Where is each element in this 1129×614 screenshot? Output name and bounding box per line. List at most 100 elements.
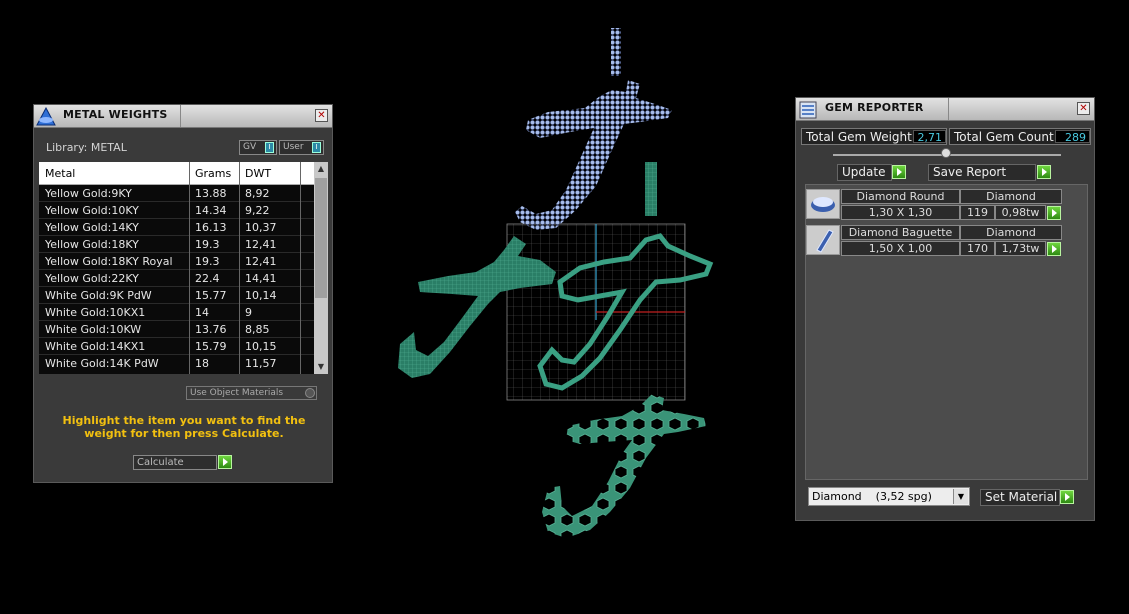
table-row[interactable]: White Gold:14KX1 15.79 10,15 [39, 338, 314, 355]
gem-material: Diamond [960, 189, 1062, 204]
set-material-field[interactable]: Set Material [980, 489, 1060, 506]
cell-metal: Yellow Gold:9KY [45, 187, 132, 200]
library-label: Library: METAL [46, 141, 127, 154]
metal-weights-titlebar[interactable]: METAL WEIGHTS ✕ [34, 105, 332, 128]
use-object-materials-radio-icon [305, 388, 315, 398]
table-row[interactable]: Yellow Gold:9KY 13.88 8,92 [39, 185, 314, 202]
gv-toggle[interactable]: GV I [239, 140, 277, 155]
gem-select-button[interactable] [1047, 206, 1061, 220]
gem-weight: 1,73tw [995, 241, 1046, 256]
total-gem-count-label: Total Gem Count [954, 130, 1054, 144]
column-divider [300, 162, 301, 374]
cell-metal: White Gold:14K PdW [45, 357, 159, 370]
user-toggle-label: User [283, 142, 304, 152]
gem-name: Diamond Baguette [841, 225, 960, 240]
gem-count: 119 [960, 205, 995, 220]
chevron-down-icon[interactable]: ▼ [953, 489, 968, 504]
table-row[interactable]: Yellow Gold:14KY 16.13 10,37 [39, 219, 314, 236]
slider-knob-icon[interactable] [941, 148, 951, 158]
cell-grams: 22.4 [195, 272, 220, 285]
column-header-grams[interactable]: Grams [195, 167, 231, 180]
gem-row[interactable]: Diamond Round Diamond 1,30 X 1,30 119 0,… [806, 187, 1089, 221]
cell-dwt: 8,85 [245, 323, 270, 336]
table-row[interactable]: Yellow Gold:22KY 22.4 14,41 [39, 270, 314, 287]
cell-dwt: 11,57 [245, 357, 277, 370]
gem-weight: 0,98tw [995, 205, 1046, 220]
set-material-label: Set Material [985, 490, 1058, 504]
honeycomb-letter [542, 394, 706, 538]
gem-reporter-title: GEM REPORTER [825, 101, 924, 114]
total-gem-weight-label: Total Gem Weight [806, 130, 912, 144]
cell-dwt: 12,41 [245, 255, 277, 268]
cell-grams: 19.3 [195, 238, 220, 251]
metal-table-scrollbar[interactable]: ▲ ▼ [314, 162, 328, 374]
table-row[interactable]: Yellow Gold:18KY Royal 19.3 12,41 [39, 253, 314, 270]
row-divider [39, 218, 314, 219]
gv-toggle-label: GV [243, 142, 257, 152]
round-diamond-icon [806, 189, 840, 219]
cell-grams: 19.3 [195, 255, 220, 268]
calculate-button[interactable] [218, 455, 232, 469]
scroll-up-icon[interactable]: ▲ [314, 162, 328, 176]
gem-size: 1,30 X 1,30 [841, 205, 960, 220]
gem-reporter-titlebar[interactable]: GEM REPORTER ✕ [796, 98, 1094, 121]
cell-grams: 15.77 [195, 289, 227, 302]
gem-name: Diamond Round [841, 189, 960, 204]
bail-post [645, 162, 657, 216]
row-divider [39, 201, 314, 202]
scroll-down-icon[interactable]: ▼ [314, 360, 328, 374]
table-row[interactable]: White Gold:10KX1 14 9 [39, 304, 314, 321]
title-separator [948, 98, 949, 120]
gv-toggle-indicator-icon: I [265, 142, 274, 153]
gem-list: Diamond Round Diamond 1,30 X 1,30 119 0,… [805, 184, 1088, 480]
user-toggle-indicator-icon: I [312, 142, 321, 153]
total-gem-count-value: 289 [1055, 130, 1090, 144]
column-header-dwt[interactable]: DWT [245, 167, 271, 180]
gem-reporter-app-icon [799, 101, 817, 119]
material-select-value: Diamond (3,52 spg) [812, 490, 932, 503]
use-object-materials-label: Use Object Materials [190, 388, 284, 398]
row-divider [39, 320, 314, 321]
total-gem-weight-value: 2,71 [913, 130, 946, 144]
table-row[interactable]: Yellow Gold:10KY 14.34 9,22 [39, 202, 314, 219]
column-divider [189, 162, 190, 374]
cell-metal: Yellow Gold:22KY [45, 272, 139, 285]
bail-chain [611, 28, 621, 76]
update-label: Update [842, 165, 886, 179]
gem-count: 170 [960, 241, 995, 256]
save-report-field[interactable]: Save Report [928, 164, 1036, 181]
calculate-field[interactable]: Calculate [133, 455, 217, 470]
cell-dwt: 10,15 [245, 340, 277, 353]
table-row[interactable]: White Gold:10KW 13.76 8,85 [39, 321, 314, 338]
table-row[interactable]: Yellow Gold:18KY 19.3 12,41 [39, 236, 314, 253]
table-row[interactable]: White Gold:9K PdW 15.77 10,14 [39, 287, 314, 304]
update-field[interactable]: Update [837, 164, 892, 181]
scroll-thumb[interactable] [315, 178, 327, 298]
metal-table: Metal Grams DWT Yellow Gold:9KY 13.88 8,… [39, 162, 314, 374]
gem-row[interactable]: Diamond Baguette Diamond 1,50 X 1,00 170… [806, 223, 1089, 257]
set-material-button[interactable] [1060, 490, 1074, 504]
column-header-metal[interactable]: Metal [45, 167, 75, 180]
metal-weights-app-icon [36, 107, 56, 126]
update-button[interactable] [892, 165, 906, 179]
gem-reporter-panel: GEM REPORTER ✕ Total Gem Weight 2,71 Tot… [795, 97, 1095, 521]
cell-metal: White Gold:14KX1 [45, 340, 146, 353]
cell-dwt: 10,37 [245, 221, 277, 234]
material-select[interactable]: Diamond (3,52 spg) ▼ [808, 487, 970, 506]
cell-grams: 16.13 [195, 221, 227, 234]
close-icon[interactable]: ✕ [315, 109, 328, 122]
gem-select-button[interactable] [1047, 242, 1061, 256]
user-toggle[interactable]: User I [279, 140, 324, 155]
use-object-materials-toggle[interactable]: Use Object Materials [186, 386, 317, 400]
close-icon[interactable]: ✕ [1077, 102, 1090, 115]
cell-dwt: 10,14 [245, 289, 277, 302]
cell-grams: 13.76 [195, 323, 227, 336]
save-report-button[interactable] [1037, 165, 1051, 179]
cell-grams: 13.88 [195, 187, 227, 200]
row-divider [39, 286, 314, 287]
instruction-text: Highlight the item you want to find the … [62, 414, 306, 440]
gem-size: 1,50 X 1,00 [841, 241, 960, 256]
table-row[interactable]: White Gold:14K PdW 18 11,57 [39, 355, 314, 372]
reference-grid [506, 223, 686, 401]
cell-metal: Yellow Gold:10KY [45, 204, 139, 217]
